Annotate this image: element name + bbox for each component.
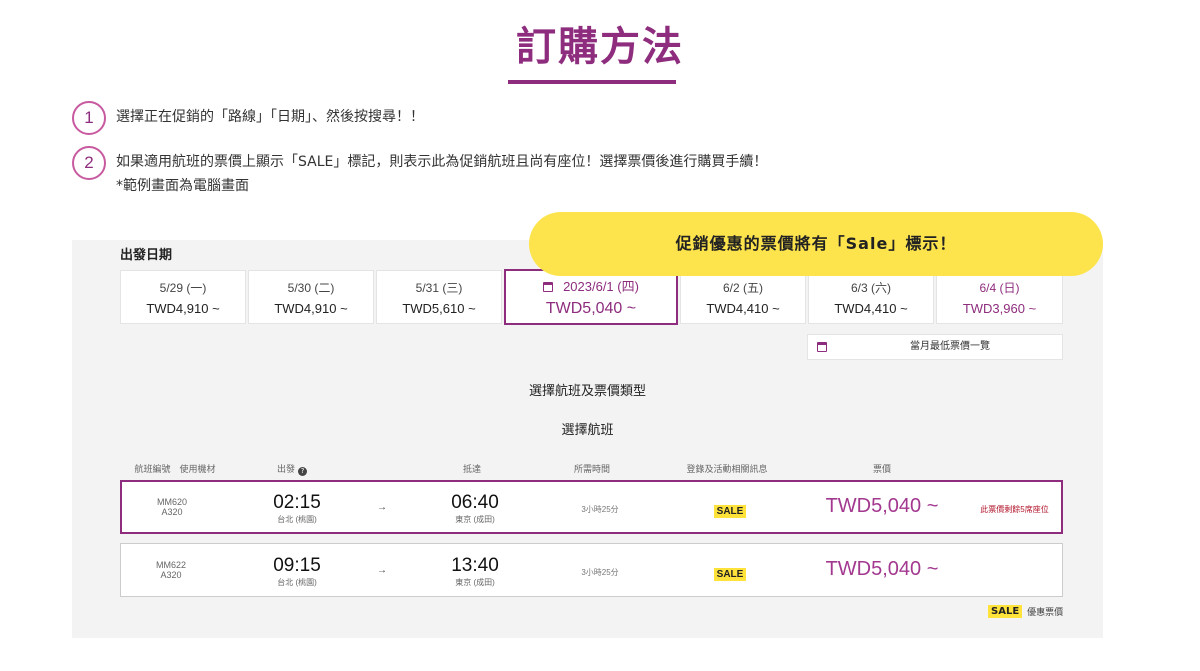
page-title: 訂購方法 <box>516 24 684 70</box>
arrival-airport: 東京 (成田) <box>455 515 495 524</box>
departure-time: 09:15 <box>273 555 321 576</box>
title-underline <box>508 80 676 84</box>
date-price: TWD4,410 ~ <box>834 301 908 316</box>
step-2: 2 如果適用航班的票價上顯示「SALE」標記，則表示此為促銷航班且尚有座位！選擇… <box>72 146 767 198</box>
col-header-flight: 航班編號 使用機材 <box>134 465 216 475</box>
date-price: TWD4,910 ~ <box>274 301 348 316</box>
seats-remaining: 此票價剩餘5席座位 <box>980 505 1049 514</box>
fare-price[interactable]: TWD5,040 ~ <box>812 495 952 518</box>
step-number: 1 <box>72 101 106 135</box>
flight-number: MM620 <box>156 497 187 507</box>
legend-text: 優惠票價 <box>1027 608 1064 618</box>
date-card[interactable]: 6/2 (五) TWD4,410 ~ <box>680 270 806 324</box>
arrival-info: 06:40 東京 (成田) <box>420 492 530 525</box>
date-card[interactable]: 5/31 (三) TWD5,610 ~ <box>376 270 502 324</box>
section-title: 選擇航班及票價類型 <box>528 384 646 399</box>
departure-airport: 台北 (桃園) <box>277 578 317 587</box>
date-price: TWD5,610 ~ <box>402 301 476 316</box>
sale-badge: SALE <box>713 568 747 581</box>
col-header-duration: 所需時間 <box>573 465 610 475</box>
arrival-time: 13:40 <box>451 555 499 576</box>
date-label: 6/2 (五) <box>722 281 763 295</box>
flight-duration: 3小時25分 <box>581 505 619 514</box>
date-card[interactable]: 6/3 (六) TWD4,410 ~ <box>808 270 934 324</box>
date-label: 2023/6/1 (四) <box>563 279 639 294</box>
aircraft-type: A320 <box>160 570 182 580</box>
sale-badge: SALE <box>988 605 1023 618</box>
date-label: 5/30 (二) <box>287 281 335 295</box>
date-label: 6/4 (日) <box>979 281 1020 295</box>
arrow-right-icon: → <box>377 565 387 576</box>
step-1: 1 選擇正在促銷的「路線」「日期」、然後按搜尋！！ <box>72 101 424 135</box>
date-card[interactable]: 5/29 (一) TWD4,910 ~ <box>120 270 246 324</box>
flight-row-selected[interactable]: MM620 A320 02:15 台北 (桃園) → 06:40 東京 (成田)… <box>120 480 1063 534</box>
col-header-info: 登錄及活動相關訊息 <box>686 465 768 475</box>
date-card[interactable]: 5/30 (二) TWD4,910 ~ <box>248 270 374 324</box>
departure-date-label: 出發日期 <box>120 248 173 263</box>
sale-badge-cell: SALE <box>690 564 770 582</box>
help-icon[interactable]: ? <box>297 467 307 476</box>
step-instruction: 如果適用航班的票價上顯示「SALE」標記，則表示此為促銷航班且尚有座位！選擇票價… <box>116 154 768 170</box>
arrival-info: 13:40 東京 (成田) <box>420 555 530 588</box>
departure-airport: 台北 (桃園) <box>277 515 317 524</box>
flight-number: MM622 <box>155 560 186 570</box>
date-price: TWD3,960 ~ <box>962 301 1037 316</box>
sale-badge: SALE <box>713 505 747 518</box>
col-header-depart-label: 出發 <box>277 465 296 475</box>
departure-info: 02:15 台北 (桃園) <box>242 492 352 525</box>
arrival-time: 06:40 <box>451 492 499 513</box>
flight-row[interactable]: MM622 A320 09:15 台北 (桃園) → 13:40 東京 (成田)… <box>120 543 1063 597</box>
arrival-airport: 東京 (成田) <box>455 578 495 587</box>
date-price: TWD4,910 ~ <box>146 301 220 316</box>
step-text: 選擇正在促銷的「路線」「日期」、然後按搜尋！！ <box>116 101 424 129</box>
flight-info: MM622 A320 <box>121 560 221 580</box>
arrow-right-icon: → <box>377 502 387 513</box>
date-label: 5/29 (一) <box>159 281 207 295</box>
step-text: 如果適用航班的票價上顯示「SALE」標記，則表示此為促銷航班且尚有座位！選擇票價… <box>116 146 767 198</box>
flight-info: MM620 A320 <box>122 497 222 517</box>
departure-time: 02:15 <box>273 492 321 513</box>
sub-title: 選擇航班 <box>561 423 614 438</box>
col-header-arrive: 抵達 <box>462 465 481 475</box>
month-lowest-fare-button[interactable]: 當月最低票價一覽 <box>807 334 1063 360</box>
departure-info: 09:15 台北 (桃園) <box>242 555 352 588</box>
sale-callout: 促銷優惠的票價將有「Sale」標示！ <box>529 212 1103 276</box>
date-label: 6/3 (六) <box>850 281 891 295</box>
fare-legend: SALE 優惠票價 <box>988 605 1063 618</box>
step-instruction: 選擇正在促銷的「路線」「日期」、然後按搜尋！！ <box>116 109 424 125</box>
month-lowest-fare-label: 當月最低票價一覽 <box>910 341 990 352</box>
flight-duration: 3小時25分 <box>581 568 619 577</box>
date-price: TWD5,040 ~ <box>545 300 637 317</box>
date-label: 5/31 (三) <box>415 281 463 295</box>
aircraft-type: A320 <box>161 507 183 517</box>
fare-price[interactable]: TWD5,040 ~ <box>812 558 952 581</box>
step-number: 2 <box>72 146 106 180</box>
col-header-fare: 票價 <box>872 465 891 475</box>
sale-badge-cell: SALE <box>690 501 770 519</box>
col-header-depart: 出發 ? <box>252 462 332 476</box>
date-price: TWD4,410 ~ <box>706 301 780 316</box>
booking-panel: 出發日期 5/29 (一) TWD4,910 ~ 5/30 (二) TWD4,9… <box>72 240 1103 638</box>
date-card-selected[interactable]: 2023/6/1 (四) TWD5,040 ~ <box>504 269 678 325</box>
calendar-icon <box>543 282 554 292</box>
date-card-lowest[interactable]: 6/4 (日) TWD3,960 ~ <box>936 270 1063 324</box>
step-note: *範例畫面為電腦畫面 <box>116 178 249 194</box>
